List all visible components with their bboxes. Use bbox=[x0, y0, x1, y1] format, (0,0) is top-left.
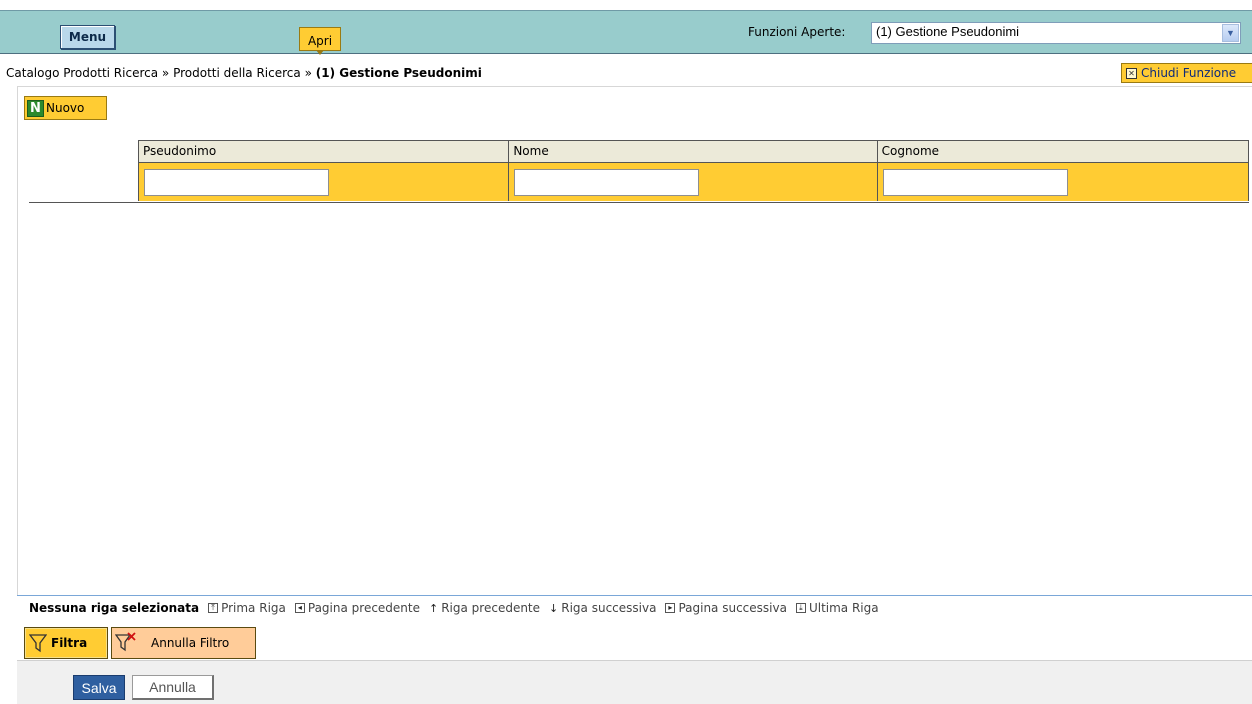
filter-cell-nome bbox=[509, 163, 878, 201]
column-header-nome[interactable]: Nome bbox=[509, 141, 878, 162]
record-navigation: Nessuna riga selezionata ⤒ Prima Riga ◂ … bbox=[29, 601, 888, 615]
top-bar: Menu Apri Funzioni Aperte: (1) Gestione … bbox=[0, 10, 1252, 55]
breadcrumb-separator: » bbox=[161, 66, 170, 80]
chevron-down-icon[interactable]: ▼ bbox=[1222, 24, 1239, 42]
filter-icon bbox=[29, 634, 47, 653]
pseudonimi-grid: Pseudonimo Nome Cognome bbox=[138, 140, 1249, 201]
pagina-precedente-label: Pagina precedente bbox=[307, 601, 420, 615]
funzioni-aperte-selected: (1) Gestione Pseudonimi bbox=[876, 24, 1020, 39]
column-header-cognome[interactable]: Cognome bbox=[878, 141, 1248, 162]
prima-riga-label: Prima Riga bbox=[221, 601, 286, 615]
riga-precedente-label: Riga precedente bbox=[441, 601, 541, 615]
last-row-icon: ⤓ bbox=[795, 603, 806, 613]
annulla-filtro-button[interactable]: Annulla Filtro bbox=[111, 627, 256, 659]
annulla-button[interactable]: Annulla bbox=[132, 675, 214, 700]
nuovo-button[interactable]: N Nuovo bbox=[24, 96, 107, 120]
pagina-successiva-label: Pagina successiva bbox=[678, 601, 787, 615]
menu-button[interactable]: Menu bbox=[60, 25, 115, 49]
nuovo-label: Nuovo bbox=[46, 101, 85, 115]
selection-status: Nessuna riga selezionata bbox=[29, 601, 200, 615]
arrow-down-icon: ↓ bbox=[549, 601, 559, 615]
funzioni-aperte-label: Funzioni Aperte: bbox=[748, 25, 846, 39]
previous-page-icon: ◂ bbox=[294, 603, 305, 613]
riga-successiva-link[interactable]: ↓ Riga successiva bbox=[549, 601, 656, 615]
chiudi-funzione-label: Chiudi Funzione bbox=[1141, 66, 1237, 80]
grid-bottom-divider bbox=[29, 202, 1249, 203]
pagina-precedente-link[interactable]: ◂ Pagina precedente bbox=[294, 601, 420, 615]
arrow-up-icon: ↑ bbox=[429, 601, 439, 615]
filtra-button[interactable]: Filtra bbox=[24, 627, 108, 659]
funzioni-aperte-select[interactable]: (1) Gestione Pseudonimi ▼ bbox=[871, 22, 1241, 44]
riga-precedente-link[interactable]: ↑ Riga precedente bbox=[429, 601, 540, 615]
annulla-filtro-label: Annulla Filtro bbox=[151, 636, 230, 650]
breadcrumb-item-prodotti[interactable]: Prodotti della Ricerca bbox=[173, 66, 301, 80]
pagina-successiva-link[interactable]: ▸ Pagina successiva bbox=[665, 601, 787, 615]
ultima-riga-label: Ultima Riga bbox=[808, 601, 879, 615]
breadcrumb: Catalogo Prodotti Ricerca » Prodotti del… bbox=[6, 66, 482, 80]
filtra-label: Filtra bbox=[51, 636, 88, 650]
column-header-pseudonimo[interactable]: Pseudonimo bbox=[139, 141, 510, 162]
apri-button[interactable]: Apri bbox=[299, 27, 341, 55]
chiudi-funzione-button[interactable]: ✕ Chiudi Funzione bbox=[1121, 63, 1252, 83]
filter-input-pseudonimo[interactable] bbox=[144, 169, 329, 196]
navigation-divider bbox=[17, 595, 1252, 596]
grid-filter-row bbox=[138, 163, 1249, 201]
ultima-riga-link[interactable]: ⤓ Ultima Riga bbox=[795, 601, 879, 615]
grid-header: Pseudonimo Nome Cognome bbox=[138, 140, 1249, 163]
filter-cell-pseudonimo bbox=[139, 163, 510, 201]
breadcrumb-item-catalogo[interactable]: Catalogo Prodotti Ricerca bbox=[6, 66, 158, 80]
filter-input-nome[interactable] bbox=[514, 169, 700, 196]
first-row-icon: ⤒ bbox=[208, 603, 219, 613]
salva-button[interactable]: Salva bbox=[73, 675, 125, 700]
new-document-icon: N bbox=[27, 99, 44, 117]
filter-cell-cognome bbox=[878, 163, 1248, 201]
riga-successiva-label: Riga successiva bbox=[561, 601, 657, 615]
prima-riga-link[interactable]: ⤒ Prima Riga bbox=[208, 601, 286, 615]
clear-filter-icon bbox=[115, 632, 136, 652]
breadcrumb-separator: » bbox=[304, 66, 312, 80]
close-icon: ✕ bbox=[1126, 67, 1137, 79]
breadcrumb-current: (1) Gestione Pseudonimi bbox=[315, 66, 482, 80]
filter-input-cognome[interactable] bbox=[882, 169, 1068, 196]
next-page-icon: ▸ bbox=[665, 603, 676, 613]
